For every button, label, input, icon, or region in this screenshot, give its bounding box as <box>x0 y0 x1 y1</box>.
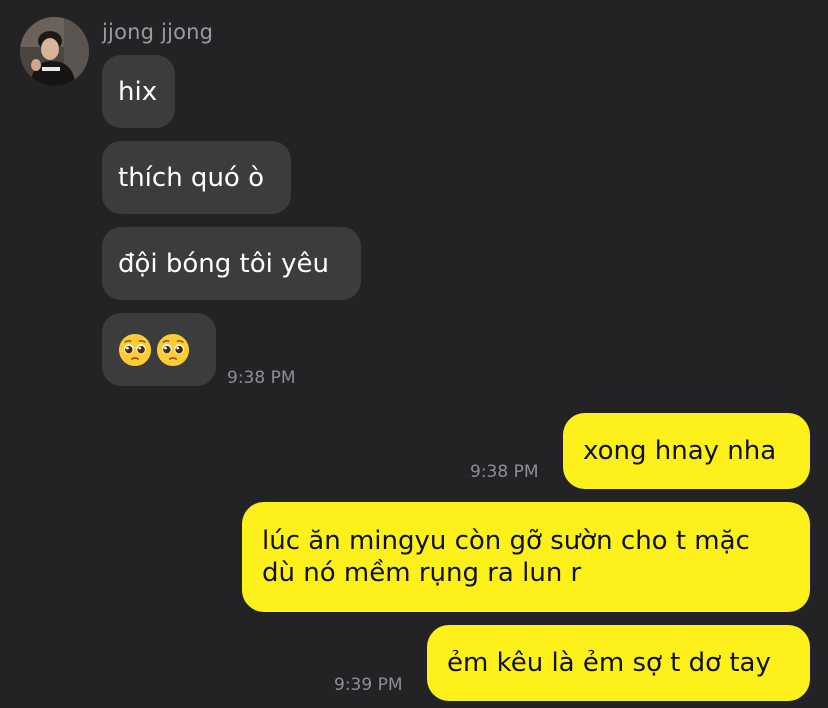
incoming-emoji-bubble[interactable] <box>102 313 216 386</box>
outgoing-message-bubble[interactable]: lúc ăn mingyu còn gỡ sườn cho t mặc dù n… <box>242 502 810 612</box>
message-text: đội bóng tôi yêu <box>118 248 330 279</box>
message-text: lúc ăn mingyu còn gỡ sườn cho t mặc dù n… <box>262 526 750 588</box>
message-timestamp: 9:38 PM <box>227 368 296 388</box>
avatar-photo-icon <box>20 17 89 86</box>
message-text: thích quó ò <box>118 162 264 193</box>
message-text: hix <box>118 76 158 107</box>
message-timestamp: 9:39 PM <box>334 675 403 695</box>
incoming-message-bubble[interactable]: đội bóng tôi yêu <box>102 227 361 300</box>
contact-name: jjong jjong <box>102 20 214 44</box>
outgoing-message-bubble[interactable]: ẻm kêu là ẻm sợ t dơ tay <box>427 625 810 701</box>
incoming-message-bubble[interactable]: hix <box>102 55 175 128</box>
message-timestamp: 9:38 PM <box>470 462 539 482</box>
incoming-message-bubble[interactable]: thích quó ò <box>102 141 291 214</box>
pleading-face-emoji-icon <box>156 333 190 366</box>
pleading-face-emoji-icon <box>118 333 152 366</box>
contact-avatar[interactable] <box>20 17 89 86</box>
message-text: xong hnay nha <box>583 436 777 466</box>
outgoing-message-bubble[interactable]: xong hnay nha <box>563 413 810 489</box>
chat-screen: jjong jjong hix thích quó ò đội bóng tôi… <box>0 0 828 708</box>
message-text: ẻm kêu là ẻm sợ t dơ tay <box>447 648 771 678</box>
